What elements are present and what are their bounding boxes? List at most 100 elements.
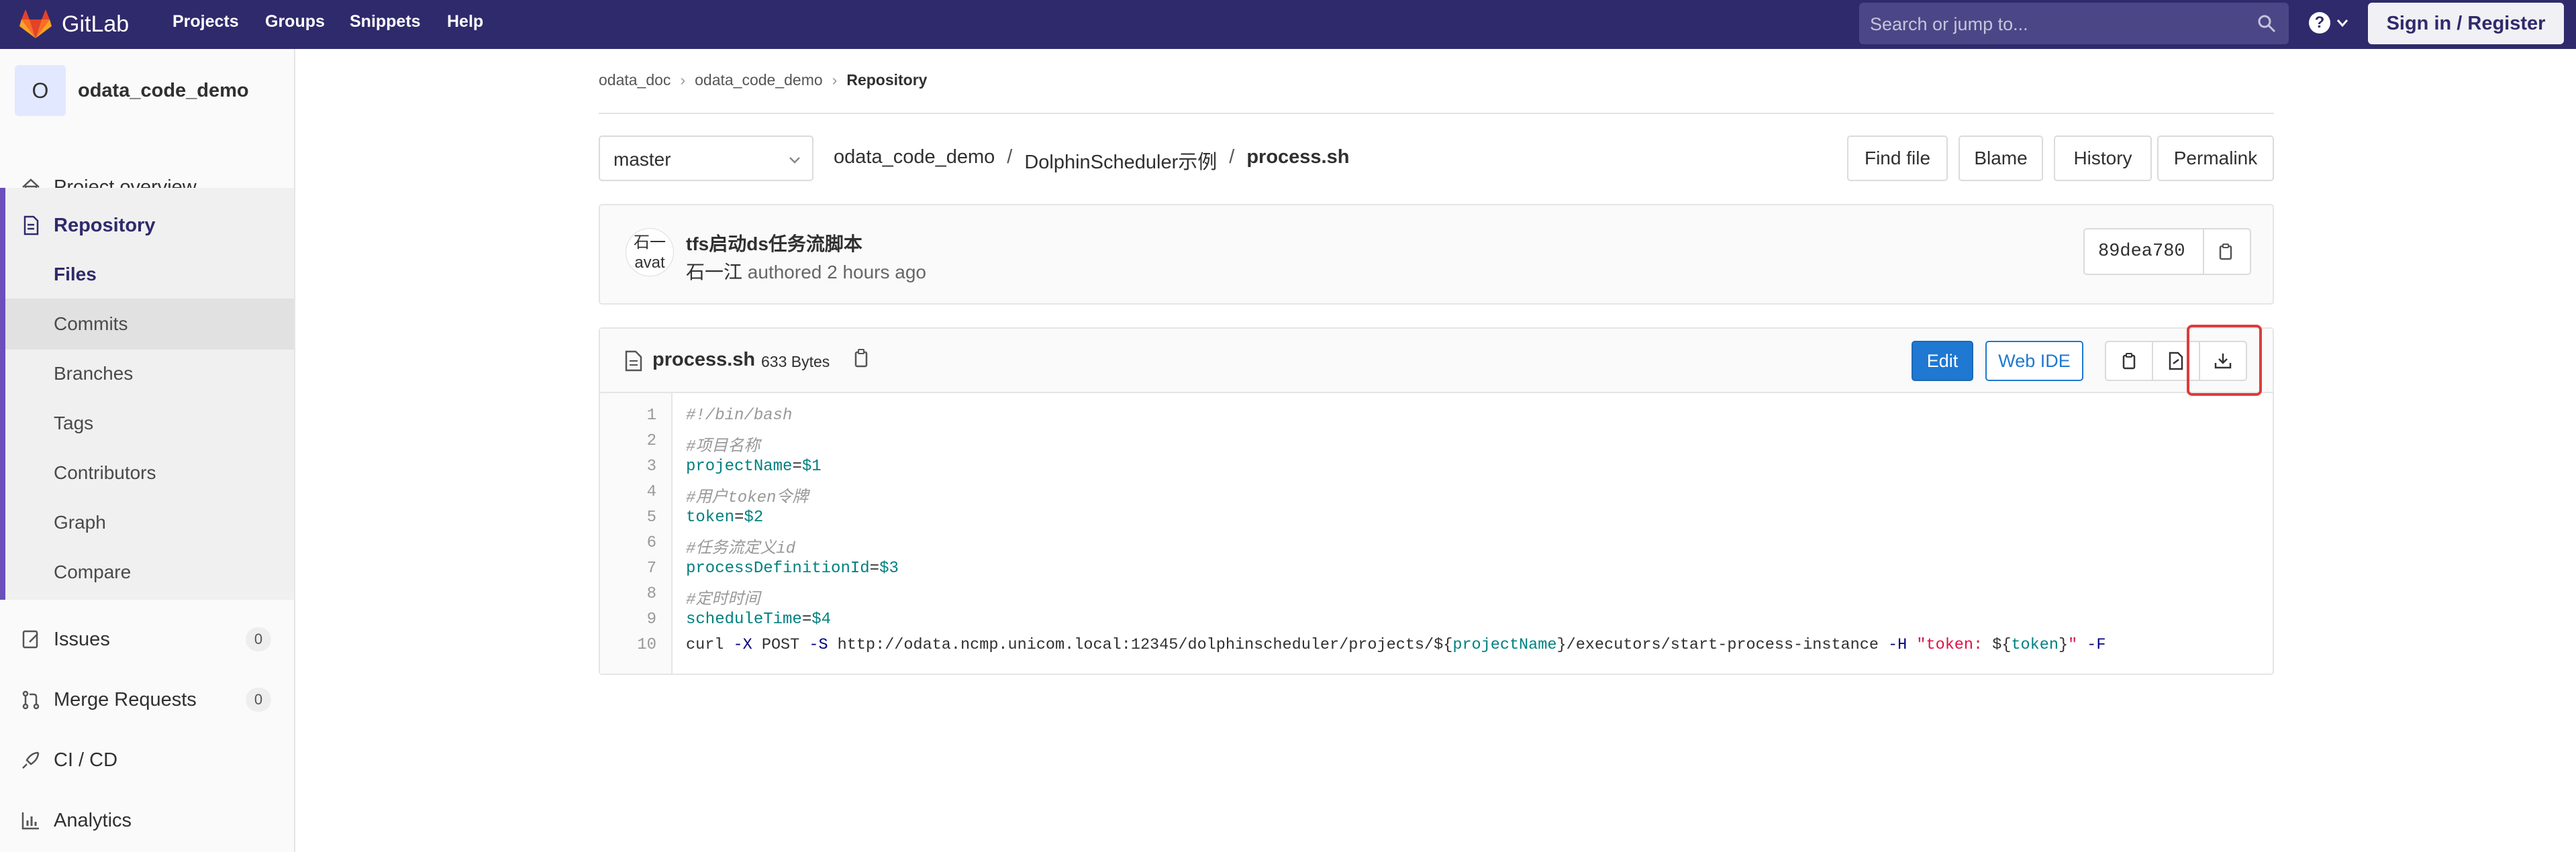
- code-line: #任务流定义id: [686, 540, 796, 558]
- nav-projects[interactable]: Projects: [172, 12, 239, 32]
- sidebar-item-label: Analytics: [54, 809, 132, 831]
- code-line: scheduleTime=$4: [686, 610, 832, 629]
- code-line: projectName=$1: [686, 458, 822, 476]
- breadcrumb-group[interactable]: odata_doc: [599, 71, 671, 89]
- file-header: process.sh 633 Bytes Edit Web IDE: [600, 329, 2273, 393]
- sidebar-item-branches[interactable]: Branches: [54, 363, 133, 384]
- path-file[interactable]: process.sh: [1246, 146, 1349, 174]
- file-path: odata_code_demo / DolphinScheduler示例 / p…: [834, 146, 1349, 174]
- sidebar-item-merge-requests[interactable]: Merge Requests 0: [0, 673, 294, 727]
- history-button[interactable]: History: [2054, 136, 2152, 181]
- nav-help[interactable]: Help: [447, 12, 483, 32]
- edit-button[interactable]: Edit: [1912, 341, 1973, 381]
- gitlab-fox-icon: [19, 9, 52, 38]
- commit-author[interactable]: 石一江: [686, 262, 742, 282]
- file-viewer: process.sh 633 Bytes Edit Web IDE 1 2 3 …: [599, 327, 2274, 675]
- sidebar-item-ci-cd[interactable]: CI / CD: [0, 733, 294, 787]
- commit-sha[interactable]: 89dea780: [2085, 229, 2204, 274]
- sidebar-item-label: Merge Requests: [54, 688, 197, 710]
- line-number-gutter: 1 2 3 4 5 6 7 8 9 10: [600, 393, 673, 674]
- line-number[interactable]: 1: [647, 407, 656, 425]
- project-avatar: O: [15, 65, 66, 116]
- last-commit-panel: 石一 avat tfs启动ds任务流脚本 石一江 authored 2 hour…: [599, 204, 2274, 305]
- sidebar-item-label: Issues: [54, 628, 110, 650]
- code-line: #项目名称: [686, 438, 760, 456]
- sidebar-item-tags[interactable]: Tags: [54, 413, 93, 434]
- sidebar-item-graph[interactable]: Graph: [54, 512, 106, 533]
- chart-icon: [21, 812, 39, 830]
- sidebar-item-compare[interactable]: Compare: [54, 562, 131, 583]
- code-line: #定时时间: [686, 591, 760, 609]
- sidebar-item-repository[interactable]: Repository: [0, 202, 294, 249]
- path-folder[interactable]: DolphinScheduler示例: [1024, 146, 1217, 174]
- path-separator: /: [1007, 146, 1013, 168]
- commit-meta: 石一江 authored 2 hours ago: [686, 258, 926, 284]
- raw-file-icon: [2169, 352, 2183, 370]
- sidebar-item-label: Repository: [54, 214, 156, 236]
- breadcrumb-separator: ›: [680, 71, 686, 89]
- divider: [599, 113, 2274, 114]
- gitlab-logo[interactable]: GitLab: [19, 8, 129, 40]
- permalink-button[interactable]: Permalink: [2157, 136, 2274, 181]
- web-ide-button[interactable]: Web IDE: [1985, 341, 2083, 381]
- active-item-highlight: [5, 299, 294, 350]
- copy-icon: [2122, 353, 2136, 370]
- line-number[interactable]: 7: [647, 560, 656, 578]
- sidebar-item-contributors[interactable]: Contributors: [54, 462, 156, 484]
- file-icon: [625, 350, 642, 372]
- line-number[interactable]: 2: [647, 432, 656, 450]
- sidebar-item-analytics[interactable]: Analytics: [0, 794, 294, 847]
- help-icon: ?: [2309, 12, 2330, 34]
- breadcrumb-separator: ›: [832, 71, 838, 89]
- find-file-button[interactable]: Find file: [1847, 136, 1948, 181]
- nav-groups[interactable]: Groups: [265, 12, 325, 32]
- issues-icon: [22, 630, 38, 649]
- blame-button[interactable]: Blame: [1959, 136, 2043, 181]
- path-separator: /: [1229, 146, 1235, 168]
- line-number[interactable]: 8: [647, 585, 656, 603]
- chevron-down-icon: [2336, 19, 2348, 28]
- search-icon: [2258, 15, 2276, 33]
- code-line: processDefinitionId=$3: [686, 560, 899, 578]
- code-block: 1 2 3 4 5 6 7 8 9 10 #!/bin/bash #项目名称 p…: [600, 393, 2273, 674]
- code-line: curl -X POST -S http://odata.ncmp.unicom…: [686, 636, 2106, 654]
- file-name: process.sh: [652, 349, 756, 370]
- commit-sha-group: 89dea780: [2083, 228, 2251, 275]
- breadcrumb-current[interactable]: Repository: [846, 71, 927, 89]
- brand-name: GitLab: [62, 11, 130, 37]
- path-project[interactable]: odata_code_demo: [834, 146, 995, 174]
- copy-path-icon[interactable]: [852, 348, 871, 369]
- line-number[interactable]: 10: [637, 636, 656, 654]
- branch-selector[interactable]: master: [599, 136, 813, 181]
- line-number[interactable]: 3: [647, 458, 656, 476]
- commit-time: authored 2 hours ago: [747, 262, 927, 282]
- breadcrumb-project[interactable]: odata_code_demo: [695, 71, 823, 89]
- sidebar-item-issues[interactable]: Issues 0: [0, 613, 294, 666]
- sign-in-button[interactable]: Sign in / Register: [2368, 3, 2564, 44]
- document-icon: [23, 215, 39, 235]
- sidebar-item-files[interactable]: Files: [54, 264, 97, 285]
- project-header[interactable]: O odata_code_demo: [15, 65, 249, 116]
- commit-title[interactable]: tfs启动ds任务流脚本: [686, 229, 862, 256]
- code-line: #用户token令牌: [686, 489, 809, 507]
- copy-contents-button[interactable]: [2105, 341, 2153, 381]
- avatar-alt-text: avat: [634, 254, 665, 272]
- search-input[interactable]: Search or jump to...: [1859, 3, 2289, 44]
- breadcrumb: odata_doc › odata_code_demo › Repository: [599, 71, 927, 89]
- help-dropdown[interactable]: ?: [2309, 12, 2349, 34]
- count-badge: 0: [246, 688, 271, 712]
- copy-icon[interactable]: [2216, 242, 2235, 261]
- sidebar-item-label: CI / CD: [54, 749, 118, 771]
- count-badge: 0: [246, 627, 271, 651]
- line-number[interactable]: 9: [647, 610, 656, 629]
- sidebar-item-commits[interactable]: Commits: [54, 313, 128, 335]
- line-number[interactable]: 6: [647, 534, 656, 552]
- avatar-alt-text: 石一: [634, 233, 666, 252]
- nav-snippets[interactable]: Snippets: [350, 12, 421, 32]
- author-avatar[interactable]: 石一 avat: [626, 228, 674, 276]
- code-line: #!/bin/bash: [686, 407, 793, 425]
- file-size: 633 Bytes: [761, 353, 830, 370]
- line-number[interactable]: 5: [647, 509, 656, 527]
- merge-request-icon: [22, 690, 40, 710]
- line-number[interactable]: 4: [647, 483, 656, 501]
